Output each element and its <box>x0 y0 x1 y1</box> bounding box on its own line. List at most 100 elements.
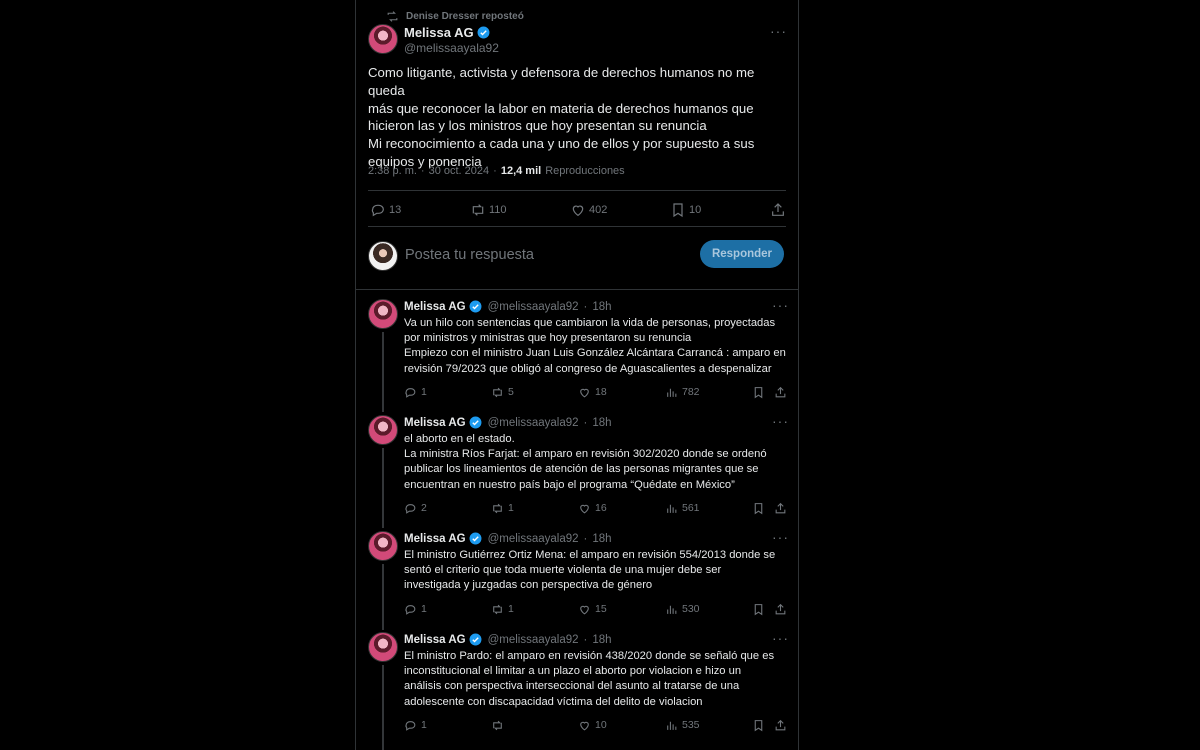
author-name-row[interactable]: Melissa AG <box>404 25 490 40</box>
reply-header: Melissa AG @melissaayala92 · 18h <box>404 416 612 429</box>
tweet-detail-column: Denise Dresser reposteó Melissa AG @meli… <box>355 0 799 750</box>
reply-submit-label: Responder <box>711 248 773 260</box>
reply-time[interactable]: 18h <box>592 417 611 429</box>
author-name[interactable]: Melissa AG <box>404 634 466 646</box>
views-button[interactable]: 782 <box>665 384 700 400</box>
reply-header: Melissa AG @melissaayala92 · 18h <box>404 633 612 646</box>
reply-text: El ministro Gutiérrez Ortiz Mena: el amp… <box>404 549 776 592</box>
bookmark-button[interactable]: 10 <box>670 200 701 220</box>
author-handle[interactable]: @melissaayala92 <box>488 417 579 429</box>
like-button[interactable]: 18 <box>578 384 607 400</box>
repost-button[interactable]: 110 <box>470 200 507 220</box>
verified-badge-icon <box>469 416 482 429</box>
author-handle[interactable]: @melissaayala92 <box>488 301 579 313</box>
author-name[interactable]: Melissa AG <box>404 301 466 313</box>
repost-button[interactable]: 5 <box>491 384 514 400</box>
reply-actions: 1 1 15 530 <box>404 601 788 617</box>
more-options-icon[interactable]: ··· <box>772 298 788 314</box>
reply-icon <box>405 387 416 398</box>
reply-time[interactable]: 18h <box>592 533 611 545</box>
reply-time[interactable]: 18h <box>592 301 611 313</box>
thread-reply[interactable]: Melissa AG @melissaayala92 · 18h ··· el … <box>368 414 788 528</box>
views-count: 530 <box>682 603 700 615</box>
like-count: 18 <box>595 386 607 398</box>
like-button[interactable]: 402 <box>570 200 607 220</box>
author-handle[interactable]: @melissaayala92 <box>488 533 579 545</box>
reply-input[interactable]: Postea tu respuesta <box>405 247 534 263</box>
share-button[interactable] <box>774 717 787 733</box>
share-button[interactable] <box>774 384 787 400</box>
heart-icon <box>580 721 589 730</box>
analytics-icon <box>667 605 677 614</box>
repost-button[interactable]: 1 <box>491 601 514 617</box>
author-handle[interactable]: @melissaayala92 <box>404 41 499 55</box>
more-options-icon[interactable]: ··· <box>772 631 788 647</box>
reply-text: El ministro Pardo: el amparo en revisión… <box>404 650 775 708</box>
bookmark-button[interactable] <box>752 384 765 400</box>
reply-button[interactable]: 1 <box>404 601 427 617</box>
more-options-icon[interactable]: ··· <box>772 530 788 546</box>
bookmark-button[interactable] <box>752 601 765 617</box>
author-avatar[interactable] <box>368 24 398 54</box>
reply-icon <box>371 204 384 217</box>
views-button[interactable]: 535 <box>665 717 700 733</box>
bookmark-icon <box>754 502 763 514</box>
like-button[interactable]: 16 <box>578 500 607 516</box>
divider <box>368 226 786 227</box>
author-handle[interactable]: @melissaayala92 <box>488 634 579 646</box>
reply-text: el aborto en el estado. La ministra Ríos… <box>404 433 767 491</box>
reply-button[interactable]: 1 <box>404 717 427 733</box>
reply-time[interactable]: 18h <box>592 634 611 646</box>
main-tweet-actions: 13 110 402 10 <box>370 200 786 220</box>
tweet-date[interactable]: 30 oct. 2024 <box>429 165 490 177</box>
more-options-icon[interactable]: ··· <box>770 24 786 40</box>
repost-button[interactable] <box>491 717 508 733</box>
author-name[interactable]: Melissa AG <box>404 417 466 429</box>
reply-button[interactable]: 1 <box>404 384 427 400</box>
author-avatar[interactable] <box>368 299 398 329</box>
meta-separator: · <box>583 532 588 545</box>
thread-reply[interactable]: Melissa AG @melissaayala92 · 18h ··· Va … <box>368 298 788 412</box>
verified-badge-icon <box>469 532 482 545</box>
share-button[interactable] <box>774 601 787 617</box>
tweet-meta: 2:38 p. m. · 30 oct. 2024 · 12,4 mil Rep… <box>368 165 625 177</box>
repost-icon <box>493 503 502 513</box>
thread-reply[interactable]: Melissa AG @melissaayala92 · 18h ··· El … <box>368 530 788 630</box>
bookmark-button[interactable] <box>752 717 765 733</box>
share-icon <box>775 502 786 513</box>
repost-icon <box>493 387 502 397</box>
more-options-icon[interactable]: ··· <box>772 414 788 430</box>
author-name[interactable]: Melissa AG <box>404 25 474 40</box>
views-button[interactable]: 530 <box>665 601 700 617</box>
views-count: 535 <box>682 719 700 731</box>
like-button[interactable]: 10 <box>578 717 607 733</box>
bookmark-button[interactable] <box>752 500 765 516</box>
share-button[interactable] <box>774 500 787 516</box>
author-avatar[interactable] <box>368 632 398 662</box>
like-button[interactable]: 15 <box>578 601 607 617</box>
reply-button[interactable]: 2 <box>404 500 427 516</box>
repost-indicator[interactable]: Denise Dresser reposteó <box>386 9 524 23</box>
thread-connector-line <box>382 448 384 528</box>
share-icon <box>775 386 786 397</box>
reply-submit-button[interactable]: Responder <box>700 240 784 268</box>
views-button[interactable]: 561 <box>665 500 700 516</box>
bookmark-icon <box>754 386 763 398</box>
current-user-avatar[interactable] <box>368 241 398 271</box>
author-avatar[interactable] <box>368 415 398 445</box>
repost-count: 110 <box>489 204 507 216</box>
thread-connector-line <box>382 665 384 750</box>
author-name[interactable]: Melissa AG <box>404 533 466 545</box>
analytics-icon <box>667 504 677 513</box>
thread-connector-line <box>382 564 384 630</box>
repost-button[interactable]: 1 <box>491 500 514 516</box>
share-button[interactable] <box>770 200 786 220</box>
views-count: 782 <box>682 386 700 398</box>
tweet-time[interactable]: 2:38 p. m. <box>368 165 417 177</box>
reply-button[interactable]: 13 <box>370 200 401 220</box>
thread-reply[interactable]: Melissa AG @melissaayala92 · 18h ··· El … <box>368 631 788 750</box>
analytics-icon <box>667 388 677 397</box>
like-count: 10 <box>595 719 607 731</box>
author-avatar[interactable] <box>368 531 398 561</box>
meta-separator: · <box>493 165 497 177</box>
